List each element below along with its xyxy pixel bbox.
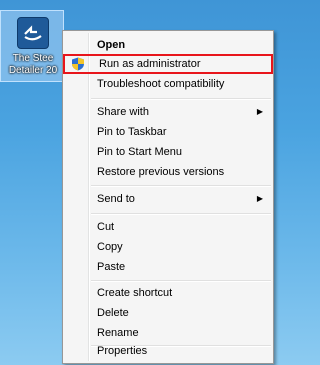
menu-separator	[91, 213, 271, 215]
menu-item-properties[interactable]: Properties	[65, 341, 271, 361]
menu-item-troubleshoot-compatibility[interactable]: Troubleshoot compatibility	[65, 74, 271, 94]
menu-item-delete[interactable]: Delete	[65, 303, 271, 323]
menu-item-share-with[interactable]: Share with ▶	[65, 102, 271, 122]
desktop-icon-steel-detailer[interactable]: The Stee Detailer 20	[0, 10, 64, 82]
menu-separator	[91, 185, 271, 187]
menu-item-send-to[interactable]: Send to ▶	[65, 189, 271, 209]
menu-separator	[91, 280, 271, 282]
menu-item-label: Open	[97, 39, 126, 51]
menu-item-label: Pin to Start Menu	[97, 146, 182, 158]
steel-detailer-app-icon	[17, 17, 49, 49]
menu-item-label: Restore previous versions	[97, 166, 225, 178]
menu-item-paste[interactable]: Paste	[65, 257, 271, 277]
desktop-icon-label: The Stee Detailer 20	[3, 53, 63, 77]
menu-item-run-as-administrator[interactable]: Run as administrator	[63, 54, 273, 74]
menu-item-create-shortcut[interactable]: Create shortcut	[65, 283, 271, 303]
menu-item-cut[interactable]: Cut	[65, 217, 271, 237]
menu-item-copy[interactable]: Copy	[65, 237, 271, 257]
menu-item-label: Create shortcut	[97, 287, 173, 299]
uac-shield-icon	[72, 57, 84, 71]
menu-item-restore-previous-versions[interactable]: Restore previous versions	[65, 162, 271, 182]
menu-item-label: Copy	[97, 241, 123, 253]
desktop-icon-label-line1: The Stee	[12, 53, 54, 64]
submenu-arrow-icon: ▶	[256, 107, 263, 116]
menu-item-label: Delete	[97, 307, 129, 319]
desktop-icon-label-line2: Detailer 20	[8, 65, 58, 76]
context-menu: Open Run as administrator Troubleshoot c…	[62, 30, 274, 364]
menu-item-label: Troubleshoot compatibility	[97, 78, 225, 90]
submenu-arrow-icon: ▶	[256, 194, 263, 203]
menu-item-pin-to-taskbar[interactable]: Pin to Taskbar	[65, 122, 271, 142]
menu-item-label: Run as administrator	[99, 58, 201, 70]
menu-item-label: Paste	[97, 261, 126, 273]
menu-item-open[interactable]: Open	[65, 35, 271, 55]
menu-item-label: Rename	[97, 327, 139, 339]
menu-item-label: Properties	[97, 345, 148, 357]
menu-item-pin-to-start-menu[interactable]: Pin to Start Menu	[65, 142, 271, 162]
menu-item-rename[interactable]: Rename	[65, 323, 271, 343]
menu-item-label: Send to	[97, 193, 135, 205]
menu-item-label: Share with	[97, 106, 149, 118]
menu-separator	[91, 98, 271, 100]
menu-item-label: Cut	[97, 221, 115, 233]
menu-item-label: Pin to Taskbar	[97, 126, 167, 138]
